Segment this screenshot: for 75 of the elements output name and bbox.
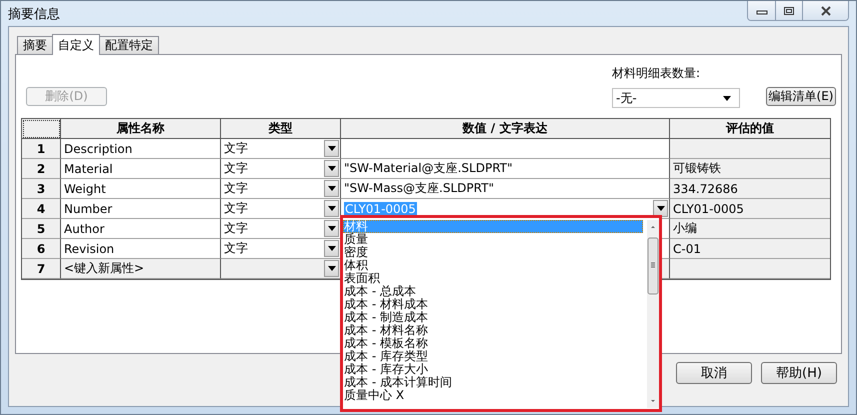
table-cell: 文字 bbox=[224, 140, 248, 157]
table-cell: <键入新属性> bbox=[61, 259, 221, 279]
close-icon bbox=[820, 6, 832, 16]
caret-icon bbox=[328, 166, 336, 171]
bom-quantity-dropdown[interactable]: -无- bbox=[612, 88, 740, 108]
edit-list-button[interactable]: 编辑清单(E) bbox=[766, 86, 836, 106]
table-cell: 文字 bbox=[224, 200, 248, 217]
row-number: 3 bbox=[22, 179, 61, 199]
table-cell: "SW-Material@支座.SLDPRT" bbox=[341, 159, 670, 179]
column-header: 数值 / 文字表达 bbox=[341, 119, 670, 139]
window-title: 摘要信息 bbox=[8, 6, 60, 23]
caret-icon bbox=[328, 146, 336, 151]
table-cell: Description bbox=[61, 139, 221, 159]
table-cell: "SW-Mass@支座.SLDPRT" bbox=[341, 179, 670, 199]
row-number: 2 bbox=[22, 159, 61, 179]
list-item[interactable]: 成本 - 总成本 bbox=[343, 285, 647, 298]
scrollbar[interactable] bbox=[647, 220, 659, 408]
list-item[interactable]: 质量中心 X bbox=[343, 389, 647, 402]
dropdown-button[interactable] bbox=[324, 260, 339, 277]
caret-icon bbox=[328, 206, 336, 211]
list-item[interactable]: 成本 - 库存类型 bbox=[343, 350, 647, 363]
dropdown-button[interactable] bbox=[324, 160, 339, 177]
caret-icon bbox=[656, 206, 664, 211]
row-number: 7 bbox=[22, 259, 61, 279]
dropdown-button[interactable] bbox=[324, 240, 339, 257]
list-item[interactable]: 成本 - 成本计算时间 bbox=[343, 376, 647, 389]
table-cell: CLY01-0005 bbox=[670, 199, 830, 219]
tab[interactable]: 配置特定 bbox=[99, 36, 159, 54]
tab[interactable]: 自定义 bbox=[52, 34, 100, 55]
list-item[interactable]: 表面积 bbox=[343, 272, 647, 285]
dialog-button[interactable]: 帮助(H) bbox=[761, 362, 837, 384]
table-cell: 文字 bbox=[224, 240, 248, 257]
table-cell: 小编 bbox=[670, 219, 830, 239]
list-item[interactable]: 成本 - 模板名称 bbox=[343, 337, 647, 350]
list-item[interactable]: 密度 bbox=[343, 246, 647, 259]
list-item[interactable]: 成本 - 制造成本 bbox=[343, 311, 647, 324]
caret-icon bbox=[328, 246, 336, 251]
table-cell: 文字 bbox=[224, 180, 248, 197]
table-cell: Number bbox=[61, 199, 221, 219]
dropdown-button[interactable] bbox=[324, 180, 339, 197]
row-number: 6 bbox=[22, 239, 61, 259]
list-item[interactable]: 体积 bbox=[343, 259, 647, 272]
dropdown-button[interactable] bbox=[653, 200, 668, 217]
list-item[interactable]: 成本 - 材料成本 bbox=[343, 298, 647, 311]
dialog-button[interactable]: 取消 bbox=[676, 362, 752, 384]
table-cell: 文字 bbox=[224, 160, 248, 177]
table-cell: Weight bbox=[61, 179, 221, 199]
caret-icon bbox=[723, 96, 731, 100]
list-item[interactable]: 成本 - 库存大小 bbox=[343, 363, 647, 376]
dropdown-button[interactable] bbox=[324, 220, 339, 237]
minimize-button[interactable] bbox=[748, 1, 775, 20]
table-cell: Author bbox=[61, 219, 221, 239]
caret-icon bbox=[328, 266, 336, 271]
dropdown-button[interactable] bbox=[324, 140, 339, 157]
maximize-icon bbox=[783, 6, 795, 16]
tab[interactable]: 摘要 bbox=[17, 36, 53, 54]
table-cell: Material bbox=[61, 159, 221, 179]
row-number: 5 bbox=[22, 219, 61, 239]
caret-icon bbox=[328, 226, 336, 231]
caret-icon bbox=[328, 186, 336, 191]
close-button[interactable] bbox=[802, 1, 848, 20]
column-header: 类型 bbox=[221, 119, 341, 139]
row-number: 1 bbox=[22, 139, 61, 159]
table-cell: 文字 bbox=[224, 220, 248, 237]
dropdown-button[interactable] bbox=[324, 200, 339, 217]
column-header: 评估的值 bbox=[670, 119, 830, 139]
list-item[interactable]: 成本 - 材料名称 bbox=[343, 324, 647, 337]
table-cell: 334.72686 bbox=[670, 179, 830, 199]
maximize-button[interactable] bbox=[775, 1, 802, 20]
row-number: 4 bbox=[22, 199, 61, 219]
column-header: 属性名称 bbox=[61, 119, 221, 139]
list-item[interactable]: 质量 bbox=[343, 233, 647, 246]
table-cell: 可锻铸铁 bbox=[670, 159, 830, 179]
bom-quantity-label: 材料明细表数量: bbox=[612, 65, 702, 82]
table-cell: C-01 bbox=[670, 239, 830, 259]
